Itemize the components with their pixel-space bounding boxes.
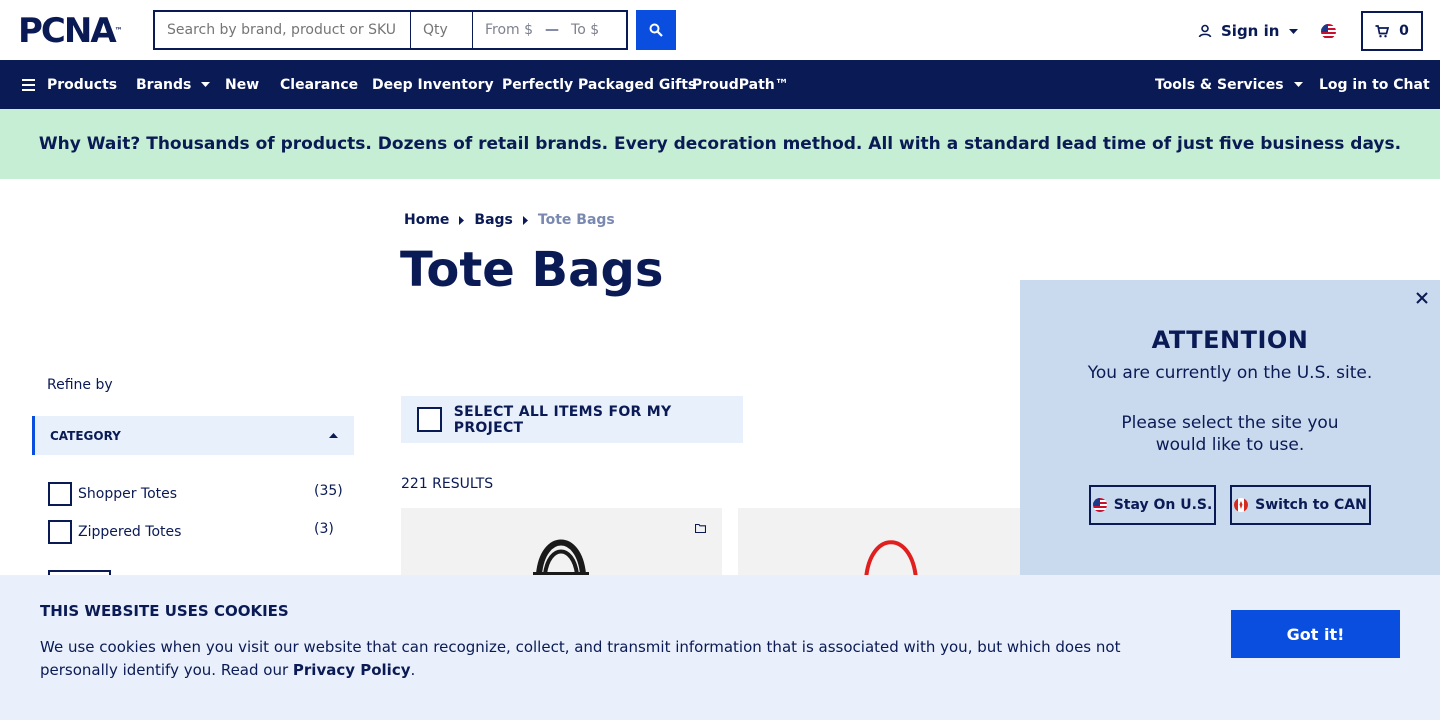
cart-count: 0 (1399, 23, 1409, 39)
nav-clearance[interactable]: Clearance (280, 60, 358, 109)
nav-brands[interactable]: Brands (136, 60, 211, 109)
sign-in-button[interactable]: Sign in (1198, 22, 1299, 40)
select-all-checkbox[interactable] (417, 407, 442, 432)
nav-tools[interactable]: Tools & Services (1155, 60, 1303, 109)
modal-current-site: You are currently on the U.S. site. (1087, 363, 1373, 383)
main-nav: Products Brands New Clearance Deep Inven… (0, 60, 1440, 109)
logo-text: PCNA (18, 11, 117, 51)
us-flag-icon[interactable] (1321, 24, 1336, 39)
cookie-body: We use cookies when you visit our websit… (40, 638, 1121, 679)
price-dash: — (545, 22, 560, 38)
price-range: From $ — To $ (473, 12, 626, 48)
nav-gifts[interactable]: Perfectly Packaged Gifts (502, 60, 696, 109)
nav-proudpath[interactable]: ProudPath™ (692, 60, 789, 109)
nav-chat[interactable]: Log in to Chat (1319, 60, 1430, 109)
privacy-policy-link[interactable]: Privacy Policy (293, 661, 411, 679)
nav-products[interactable]: Products (22, 60, 117, 109)
site-header: PCNA™ From $ — To $ Sign in 0 (0, 0, 1440, 60)
nav-new-label: New (225, 76, 260, 93)
stay-us-button[interactable]: Stay On U.S. (1089, 485, 1216, 525)
logo[interactable]: PCNA™ (18, 14, 123, 48)
switch-can-button[interactable]: Switch to CAN (1230, 485, 1371, 525)
folder-icon[interactable] (695, 524, 706, 533)
select-all-label: SELECT ALL ITEMS FOR MY PROJECT (453, 403, 672, 436)
refine-label: Refine by (47, 377, 113, 393)
checkbox[interactable] (48, 520, 72, 544)
breadcrumb-home[interactable]: Home (404, 212, 449, 228)
filter-zippered-totes[interactable]: Zippered Totes (48, 520, 181, 544)
chevron-right-icon (522, 215, 528, 225)
nav-brands-label: Brands (136, 76, 192, 93)
cookie-banner: THIS WEBSITE USES COOKIES We use cookies… (0, 575, 1440, 720)
results-count: 221 RESULTS (401, 476, 494, 492)
search-bar: From $ — To $ (153, 10, 628, 50)
cookie-text: We use cookies when you visit our websit… (40, 636, 1130, 682)
nav-tools-label: Tools & Services (1155, 76, 1284, 93)
price-to-field[interactable]: To $ (571, 22, 599, 38)
modal-prompt: Please select the site you would like to… (1121, 413, 1339, 455)
checkbox[interactable] (48, 482, 72, 506)
nav-deep-inventory-label: Deep Inventory (372, 76, 494, 93)
banner-text: Thousands of products. Dozens of retail … (146, 134, 1402, 154)
category-filter-header[interactable]: CATEGORY (32, 416, 354, 455)
filter-label: Zippered Totes (78, 524, 182, 540)
user-icon (1198, 24, 1212, 38)
nav-deep-inventory[interactable]: Deep Inventory (372, 60, 494, 109)
page-title: Tote Bags (400, 242, 664, 298)
filter-shopper-totes[interactable]: Shopper Totes (48, 482, 177, 506)
logo-tm: ™ (114, 26, 123, 35)
hamburger-icon (22, 78, 35, 91)
modal-title: ATTENTION (1151, 326, 1309, 354)
switch-can-label: Switch to CAN (1255, 497, 1367, 513)
breadcrumb-bags[interactable]: Bags (474, 212, 512, 228)
filter-count: (35) (314, 483, 343, 499)
chevron-down-icon (201, 82, 211, 87)
chevron-down-icon (1293, 82, 1303, 87)
sign-in-label: Sign in (1221, 22, 1280, 40)
close-icon[interactable] (1414, 290, 1430, 306)
cart-button[interactable]: 0 (1361, 11, 1423, 51)
search-icon (649, 23, 663, 37)
breadcrumb-current: Tote Bags (537, 212, 615, 228)
cookie-title: THIS WEBSITE USES COOKIES (40, 602, 289, 620)
search-input[interactable] (155, 12, 411, 48)
nav-proudpath-label: ProudPath™ (692, 76, 789, 93)
site-selection-modal: ATTENTION You are currently on the U.S. … (1020, 280, 1440, 580)
nav-gifts-label: Perfectly Packaged Gifts (502, 76, 697, 93)
breadcrumb: Home Bags Tote Bags (404, 212, 615, 228)
category-label: CATEGORY (50, 428, 121, 443)
promo-banner: Why Wait? Thousands of products. Dozens … (0, 109, 1440, 179)
nav-clearance-label: Clearance (280, 76, 359, 93)
filter-count: (3) (314, 521, 334, 537)
nav-new[interactable]: New (225, 60, 259, 109)
search-button[interactable] (636, 10, 676, 50)
banner-lead: Why Wait? (38, 134, 141, 154)
nav-chat-label: Log in to Chat (1319, 76, 1430, 93)
select-all-bar[interactable]: SELECT ALL ITEMS FOR MY PROJECT (401, 396, 743, 443)
canada-flag-icon (1234, 498, 1249, 512)
got-it-button[interactable]: Got it! (1231, 610, 1400, 658)
cart-icon (1375, 24, 1390, 37)
qty-input[interactable] (411, 12, 473, 48)
stay-us-label: Stay On U.S. (1113, 497, 1213, 513)
us-flag-icon (1092, 498, 1107, 512)
chevron-up-icon (329, 433, 338, 438)
chevron-down-icon (1289, 28, 1299, 34)
nav-products-label: Products (47, 76, 118, 93)
filter-label: Shopper Totes (78, 486, 178, 502)
price-from-field[interactable]: From $ (485, 22, 533, 38)
chevron-right-icon (459, 215, 465, 225)
cookie-end: . (410, 661, 416, 679)
